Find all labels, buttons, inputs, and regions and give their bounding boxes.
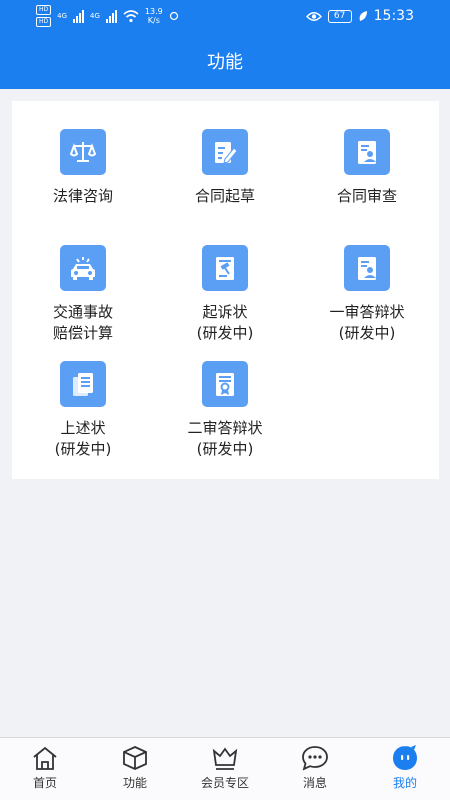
leaf-icon [359, 11, 367, 21]
function-label: 一审答辩状 (研发中) [329, 303, 405, 342]
function-label: 二审答辩状 (研发中) [187, 419, 263, 458]
function-label: 起诉状 (研发中) [196, 303, 254, 342]
chat-icon [302, 746, 328, 771]
function-grid: 法律咨询 合同起草 合同审查 交通事故 赔偿计算 起诉状 (研发中) 一审答辩状… [12, 101, 439, 479]
tab-profile[interactable]: 我的 [360, 738, 450, 800]
certificate-icon [202, 361, 248, 407]
function-second-defense[interactable]: 二审答辩状 (研发中) [154, 361, 296, 460]
scales-icon [60, 129, 106, 175]
function-label: 交通事故 赔偿计算 [52, 303, 113, 342]
tab-label: 会员专区 [200, 776, 249, 790]
tab-label: 消息 [302, 776, 327, 790]
clock: 15:33 [373, 8, 414, 24]
network-speed: 13.9 K/s [145, 7, 163, 25]
function-label: 合同审查 [336, 187, 397, 205]
function-first-defense[interactable]: 一审答辩状 (研发中) [296, 245, 438, 344]
hd-badge: HD [36, 17, 52, 27]
documents-stack-icon [60, 361, 106, 407]
eye-icon [305, 11, 322, 21]
network-type: 4G [57, 12, 68, 20]
app-header: HD HD 4G 4G 13.9 K/s 67 15:33 功能 [0, 0, 450, 89]
function-contract-draft[interactable]: 合同起草 [154, 129, 296, 207]
signal-icon [73, 9, 85, 23]
function-traffic-accident[interactable]: 交通事故 赔偿计算 [12, 245, 154, 344]
tab-label: 我的 [392, 776, 417, 790]
hd-badges: HD HD [36, 5, 52, 27]
function-label: 上述状 (研发中) [54, 419, 112, 458]
gavel-book-icon [202, 245, 248, 291]
wifi-icon [123, 9, 139, 22]
crown-icon [212, 747, 238, 770]
function-contract-review[interactable]: 合同审查 [296, 129, 438, 207]
status-right: 67 15:33 [305, 8, 414, 24]
tab-label: 首页 [32, 776, 57, 790]
tab-label: 功能 [122, 776, 147, 790]
tab-messages[interactable]: 消息 [270, 738, 360, 800]
tab-membership[interactable]: 会员专区 [180, 738, 270, 800]
tab-functions[interactable]: 功能 [90, 738, 180, 800]
status-left: HD HD 4G 4G 13.9 K/s [36, 5, 179, 27]
edit-document-icon [202, 129, 248, 175]
function-complaint[interactable]: 起诉状 (研发中) [154, 245, 296, 344]
battery-indicator: 67 [327, 9, 352, 23]
cube-icon [123, 746, 147, 770]
speed-unit: K/s [147, 16, 160, 25]
status-bar: HD HD 4G 4G 13.9 K/s 67 15:33 [0, 0, 450, 34]
function-label: 合同起草 [194, 187, 255, 205]
document-person-icon [344, 245, 390, 291]
profile-icon [393, 745, 417, 770]
speed-value: 13.9 [144, 7, 163, 16]
sync-icon [169, 11, 178, 21]
function-legal-consult[interactable]: 法律咨询 [12, 129, 154, 207]
tab-home[interactable]: 首页 [0, 738, 90, 800]
hd-badge: HD [36, 5, 52, 15]
car-accident-icon [60, 245, 106, 291]
network-type: 4G [90, 12, 100, 20]
page-title: 功能 [207, 52, 243, 73]
function-label: 法律咨询 [52, 187, 113, 205]
signal-icon [105, 9, 117, 23]
home-icon [33, 746, 57, 770]
document-person-icon [344, 129, 390, 175]
function-appeal[interactable]: 上述状 (研发中) [12, 361, 154, 460]
bottom-tab-bar: 首页 功能 会员专区 消息 我的 [0, 737, 450, 800]
